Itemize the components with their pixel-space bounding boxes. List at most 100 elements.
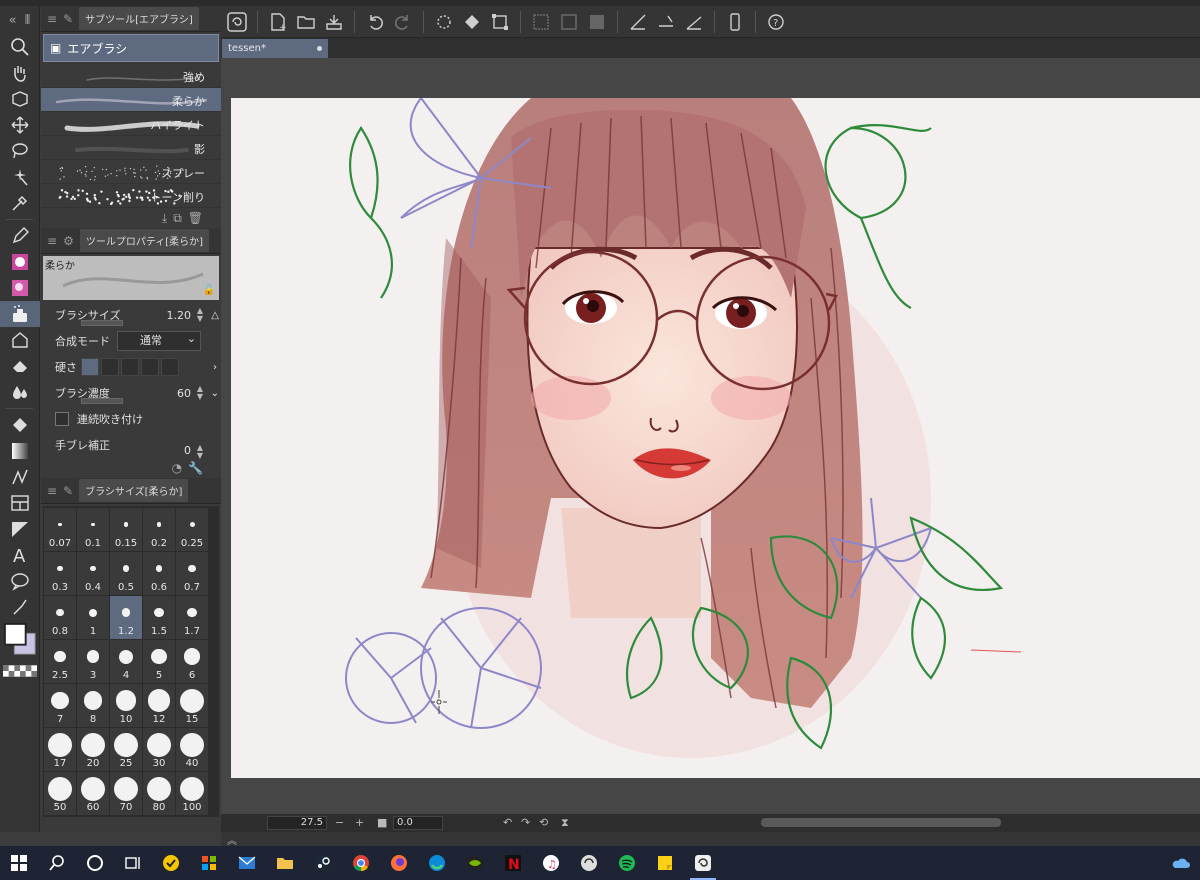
mail-icon[interactable] <box>228 846 266 880</box>
itunes-icon[interactable]: ♫ <box>532 846 570 880</box>
blend-mode-select[interactable]: 通常 <box>117 331 201 351</box>
decoration-tool-icon[interactable] <box>0 327 40 353</box>
lock-icon[interactable]: 🔓 <box>203 285 215 296</box>
sticky-notes-icon[interactable] <box>646 846 684 880</box>
frame-tool-icon[interactable] <box>0 490 40 516</box>
color-swatch[interactable] <box>0 620 40 658</box>
brush-size-preset[interactable]: 6 <box>176 640 208 683</box>
document-tab[interactable]: tessen* <box>222 39 328 58</box>
brush-size-preset[interactable]: 5 <box>143 640 175 683</box>
rotate-right-icon[interactable]: ↷ <box>521 816 530 829</box>
panel-menu-icon[interactable]: ≡ <box>47 484 57 498</box>
brush-size-preset[interactable]: 2.5 <box>44 640 76 683</box>
tool-property-tab[interactable]: ツールプロパティ[柔らか] <box>80 229 209 252</box>
transform-icon[interactable] <box>487 9 513 35</box>
fit-screen-icon[interactable]: ■ <box>377 816 387 829</box>
lasso-tool-icon[interactable] <box>0 138 40 164</box>
search-icon[interactable] <box>38 846 76 880</box>
pen-tool-icon[interactable] <box>0 223 40 249</box>
spotify-icon[interactable] <box>608 846 646 880</box>
brush-size-preset[interactable]: 80 <box>143 772 175 815</box>
pencil-tool-icon[interactable] <box>0 249 40 275</box>
select-all-icon[interactable] <box>528 9 554 35</box>
balloon-tool-icon[interactable] <box>0 568 40 594</box>
line-tool-icon[interactable] <box>681 9 707 35</box>
windows-start-icon[interactable] <box>0 846 38 880</box>
brush-tip-icon[interactable] <box>653 9 679 35</box>
brush-density-value[interactable]: 60 <box>177 387 191 400</box>
brush-size-preset[interactable]: 50 <box>44 772 76 815</box>
brush-size-preset[interactable]: 0.3 <box>44 552 76 595</box>
panel-menu-icon[interactable]: ≡ <box>47 234 57 248</box>
subtool-item[interactable]: ハイライト <box>41 112 221 136</box>
brush-size-pressure-icon[interactable]: △ <box>211 310 219 321</box>
brush-size-preset[interactable]: 40 <box>176 728 208 771</box>
expand-up-icon[interactable]: ︽ <box>227 832 237 847</box>
firefox-icon[interactable] <box>380 846 418 880</box>
rotation-field[interactable]: 0.0 <box>393 816 443 830</box>
subtool-item[interactable]: トーン削り <box>41 184 221 208</box>
brush-size-preset[interactable]: 1.5 <box>143 596 175 639</box>
brush-size-spinner[interactable]: ▲ ▼ <box>197 307 203 323</box>
brush-size-tab[interactable]: ブラシサイズ[柔らか] <box>79 479 188 502</box>
subtool-group-airbrush[interactable]: ▣ エアブラシ <box>43 34 219 62</box>
move-tool-icon[interactable] <box>0 112 40 138</box>
brush-size-preset[interactable]: 8 <box>77 684 109 727</box>
brush-size-preset[interactable]: 17 <box>44 728 76 771</box>
brush-density-slider[interactable] <box>81 398 123 404</box>
store-icon[interactable] <box>190 846 228 880</box>
gradient-tool-icon[interactable] <box>0 438 40 464</box>
smartphone-icon[interactable] <box>722 9 748 35</box>
brush-size-preset[interactable]: 0.07 <box>44 508 76 551</box>
zoom-in-icon[interactable]: + <box>355 816 364 829</box>
brush-size-preset[interactable]: 0.8 <box>44 596 76 639</box>
panel-menu-icon[interactable]: ≡ <box>47 12 57 26</box>
brush-size-preset[interactable]: 1 <box>77 596 109 639</box>
clip-studio-paint-icon[interactable] <box>684 846 722 880</box>
brush-size-value[interactable]: 1.20 <box>167 309 192 322</box>
subtool-item[interactable]: 柔らか <box>41 88 221 112</box>
correct-line-tool-icon[interactable] <box>0 594 40 620</box>
subtool-item[interactable]: 強め <box>41 64 221 88</box>
brush-size-preset[interactable]: 30 <box>143 728 175 771</box>
subtool-item[interactable]: スプレー <box>41 160 221 184</box>
brush-size-preset[interactable]: 1.7 <box>176 596 208 639</box>
rotate-left-icon[interactable]: ↶ <box>503 816 512 829</box>
save-icon[interactable] <box>321 9 347 35</box>
brush-size-preset[interactable]: 4 <box>110 640 142 683</box>
ruler-icon[interactable] <box>625 9 651 35</box>
brush-size-preset[interactable]: 1.2 <box>110 596 142 639</box>
chrome-icon[interactable] <box>342 846 380 880</box>
brush-size-preset[interactable]: 12 <box>143 684 175 727</box>
artboard[interactable] <box>231 98 1200 778</box>
brush-size-slider[interactable] <box>81 320 123 326</box>
add-subtool-icon[interactable]: ⤓ <box>162 211 167 226</box>
stabilization-spinner[interactable]: ▲ ▼ <box>197 444 203 460</box>
brush-size-preset[interactable]: 3 <box>77 640 109 683</box>
auto-select-icon[interactable] <box>0 164 40 190</box>
blend-tool-icon[interactable] <box>0 379 40 405</box>
brush-size-preset[interactable]: 7 <box>44 684 76 727</box>
brush-size-preset[interactable]: 15 <box>176 684 208 727</box>
subtool-tab[interactable]: サブツール[エアブラシ] <box>79 7 199 30</box>
brush-size-preset[interactable]: 0.6 <box>143 552 175 595</box>
invert-selection-icon[interactable] <box>584 9 610 35</box>
brush-size-preset[interactable]: 100 <box>176 772 208 815</box>
hand-tool-icon[interactable] <box>0 60 40 86</box>
zoom-tool-icon[interactable] <box>0 34 40 60</box>
onedrive-icon[interactable] <box>1162 846 1200 880</box>
brush-size-preset[interactable]: 70 <box>110 772 142 815</box>
horizontal-scrollbar[interactable] <box>761 818 1001 827</box>
brush-size-preset[interactable]: 0.1 <box>77 508 109 551</box>
cortana-icon[interactable] <box>76 846 114 880</box>
nvidia-icon[interactable] <box>456 846 494 880</box>
loading-icon[interactable] <box>431 9 457 35</box>
flip-icon[interactable]: ⧗ <box>561 816 569 830</box>
netflix-icon[interactable]: N <box>494 846 532 880</box>
ruler-tool-icon[interactable] <box>0 516 40 542</box>
brush-size-preset[interactable]: 0.25 <box>176 508 208 551</box>
duplicate-subtool-icon[interactable]: ⧉ <box>173 211 182 226</box>
transparent-color-icon[interactable] <box>0 658 40 684</box>
canvas-area[interactable] <box>221 58 1200 814</box>
clip-studio-icon[interactable] <box>570 846 608 880</box>
